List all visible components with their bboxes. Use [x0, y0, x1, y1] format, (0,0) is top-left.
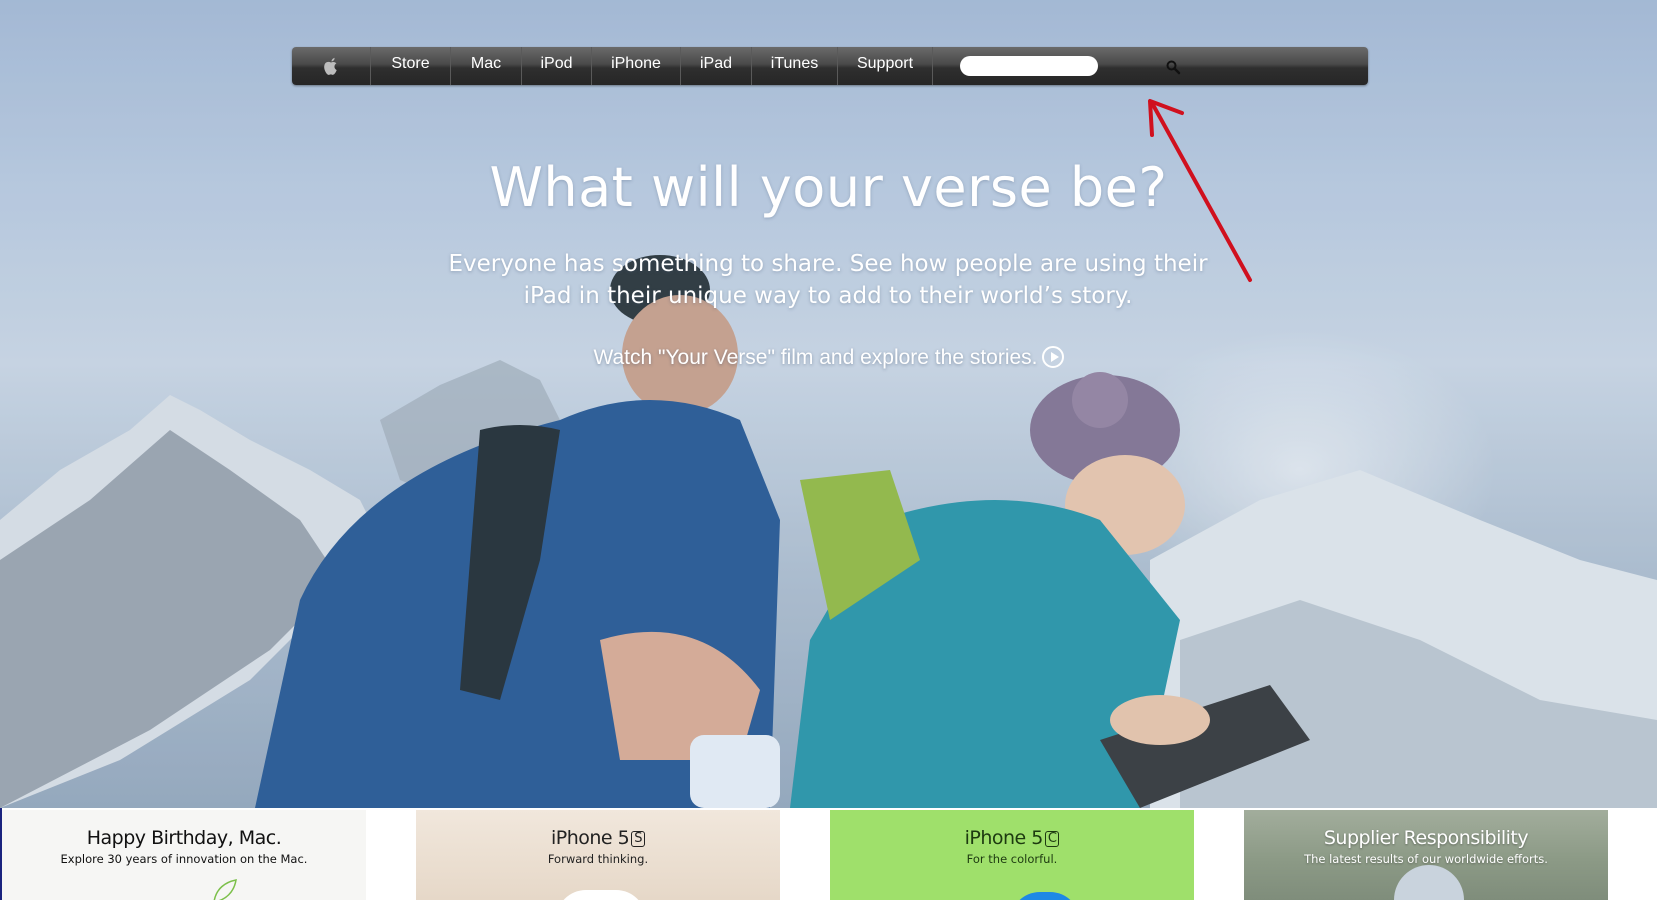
nav-item-iphone[interactable]: iPhone — [592, 47, 680, 85]
worker-image — [1394, 865, 1464, 900]
watch-film-link-label: Watch "Your Verse" film and explore the … — [593, 346, 1038, 369]
model-badge: S — [631, 831, 646, 847]
tile-title-text: iPhone 5 — [964, 827, 1044, 849]
iphone-image — [1010, 892, 1080, 900]
nav-item-store[interactable]: Store — [371, 47, 450, 85]
promo-tile-mac-birthday[interactable]: Happy Birthday, Mac. Explore 30 years of… — [2, 810, 366, 900]
nav-item-itunes[interactable]: iTunes — [752, 47, 837, 85]
tile-title: iPhone 5S — [416, 827, 780, 849]
tile-title: Happy Birthday, Mac. — [86, 827, 282, 849]
hero-photo — [0, 0, 1657, 808]
hero-subhead-line: Everyone has something to share. See how… — [448, 251, 1208, 277]
tile-title-text: iPhone 5 — [550, 827, 630, 849]
tile-title: iPhone 5C — [830, 827, 1194, 849]
promo-tile-iphone-5c[interactable]: iPhone 5C For the colorful. — [830, 810, 1194, 900]
tile-subtitle: Explore 30 years of innovation on the Ma… — [60, 852, 308, 866]
apple-logo-button[interactable] — [292, 47, 370, 85]
nav-item-ipod[interactable]: iPod — [522, 47, 591, 85]
apple-icon — [324, 57, 337, 75]
nav-separator — [932, 47, 933, 85]
search-input[interactable] — [960, 56, 1098, 76]
search-icon[interactable] — [1165, 59, 1181, 75]
hero-subhead: Everyone has something to share. See how… — [428, 248, 1228, 312]
iphone-image — [556, 890, 646, 900]
nav-item-support[interactable]: Support — [838, 47, 932, 85]
nav-item-mac[interactable]: Mac — [451, 47, 521, 85]
promo-tile-iphone-5s[interactable]: iPhone 5S Forward thinking. — [416, 810, 780, 900]
leaf-icon — [213, 879, 237, 900]
nav-item-ipad[interactable]: iPad — [681, 47, 751, 85]
model-badge: C — [1044, 831, 1060, 847]
tile-subtitle: The latest results of our worldwide effo… — [1304, 852, 1548, 866]
red-arrow-icon — [1148, 99, 1252, 282]
hero-headline: What will your verse be? — [489, 156, 1168, 219]
hero-subhead-line: iPad in their unique way to add to their… — [523, 283, 1133, 309]
tile-subtitle: Forward thinking. — [547, 852, 649, 866]
hero-banner: Store Mac iPod iPhone iPad iTunes Suppor… — [0, 0, 1657, 808]
play-circle-icon — [1041, 346, 1064, 368]
tile-title: Supplier Responsibility — [1323, 827, 1529, 849]
global-nav: Store Mac iPod iPhone iPad iTunes Suppor… — [292, 47, 1368, 85]
tile-subtitle: For the colorful. — [966, 852, 1058, 866]
watch-film-link[interactable]: Watch "Your Verse" film and explore the … — [0, 346, 1657, 370]
promo-tile-supplier-responsibility[interactable]: Supplier Responsibility The latest resul… — [1244, 810, 1608, 900]
